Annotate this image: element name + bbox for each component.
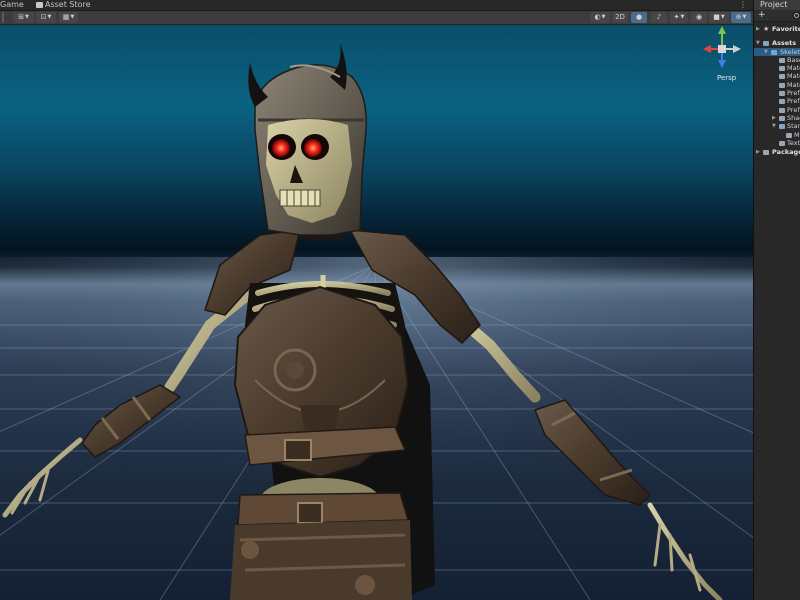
lighting-icon: ● [635,13,643,21]
folder-icon [771,49,777,55]
audio-icon: ♪ [656,13,662,21]
persp-label[interactable]: Persp [717,74,736,82]
tree-item-packages[interactable]: ▶ Packages [754,148,800,156]
project-tab[interactable]: Project [754,0,800,10]
camera-icon: ■ [713,13,720,21]
asset-store-bag-icon [36,2,43,8]
effects-button[interactable]: ✦▼ [670,12,688,23]
tree-item-assets[interactable]: ▼ Assets [754,39,800,47]
folder-icon [779,115,785,121]
folder-icon [779,66,785,72]
tree-item-child[interactable]: Mate [754,81,800,89]
add-button[interactable]: + [758,10,766,21]
tree-item-child[interactable]: Prefa [754,97,800,105]
tree-item-child[interactable]: Mate [754,64,800,72]
folder-icon [779,82,785,88]
tree-item-child[interactable]: M [754,131,800,139]
visibility-toggle[interactable]: ◉ [691,12,707,23]
folder-icon [779,99,785,105]
draw-mode-button[interactable]: ◐▼ [590,12,610,23]
search-icon[interactable] [793,12,800,19]
folder-icon [763,150,769,156]
mode-2d-button[interactable]: 2D [612,12,628,23]
tree-item-child[interactable]: ▼ Stan [754,122,800,130]
grid-icon: ▦ [62,13,70,21]
tab-asset-store[interactable]: Asset Store [36,0,91,10]
right-eye-glow [304,139,322,157]
folder-icon [779,74,785,80]
scene-toolbar: ⊞▼ ⊡▼ ▦▼ ◐▼ 2D ● ♪ ✦▼ ◉ ■▼ ⊕▼ [0,11,753,25]
tree-item-favorites[interactable]: ▶ ★ Favorites [754,25,800,33]
lighting-toggle[interactable]: ● [631,12,647,23]
tree-item-child[interactable]: Prefa [754,106,800,114]
camera-button[interactable]: ■▼ [709,12,729,23]
visibility-icon: ◉ [695,13,703,21]
folder-icon [779,124,785,130]
gizmos-icon: ⊕ [735,13,742,21]
folder-icon [779,57,785,63]
gizmos-button[interactable]: ⊕▼ [731,12,751,23]
grid-snap-button[interactable]: ⊡▼ [36,12,56,23]
scene-render [0,43,753,600]
tree-item-child[interactable]: Mate [754,72,800,80]
tab-game[interactable]: Game [0,0,24,10]
panel-menu-icon[interactable]: ⋮ [739,0,747,10]
grid-button[interactable]: ▦▼ [59,12,78,23]
draw-mode-icon: ◐ [594,13,601,21]
tab-asset-store-label: Asset Store [45,0,91,9]
project-toolbar: + [754,10,800,22]
tree-item-child[interactable]: ▶Shad [754,114,800,122]
gizmo-x-axis [703,45,711,53]
audio-toggle[interactable]: ♪ [651,12,667,23]
tab-game-label: Game [0,0,24,9]
folder-icon [763,41,769,47]
tree-item-skeleton-folder[interactable]: ▼ Skeleto [754,47,800,56]
grid-snap-icon: ⊡ [40,13,47,21]
scene-view[interactable]: Persp [0,25,753,600]
editor-tab-strip: Game Asset Store ⋮ [0,0,753,11]
gizmo-z-axis [718,60,726,68]
effects-icon: ✦ [673,13,680,21]
folder-icon [779,140,785,146]
transform-tools-button[interactable]: ⊞▼ [13,12,34,23]
transform-tools-icon: ⊞ [18,13,24,21]
folder-icon [786,132,792,138]
folder-icon [779,91,785,97]
project-tree: ▶ ★ Favorites ▼ Assets ▼ Skeleto Base Ma… [754,25,800,156]
toolbar-grip [2,12,4,23]
project-panel: Project + ▶ ★ Favorites ▼ Assets ▼ Skele… [753,0,800,600]
tree-item-child[interactable]: Base [754,56,800,64]
folder-icon [779,107,785,113]
orientation-gizmo[interactable] [695,25,753,77]
left-eye-glow [272,139,290,157]
star-icon: ★ [763,25,770,33]
tree-item-child[interactable]: Prefa [754,89,800,97]
tree-item-child[interactable]: Text [754,139,800,147]
gizmo-y-axis [718,26,726,34]
